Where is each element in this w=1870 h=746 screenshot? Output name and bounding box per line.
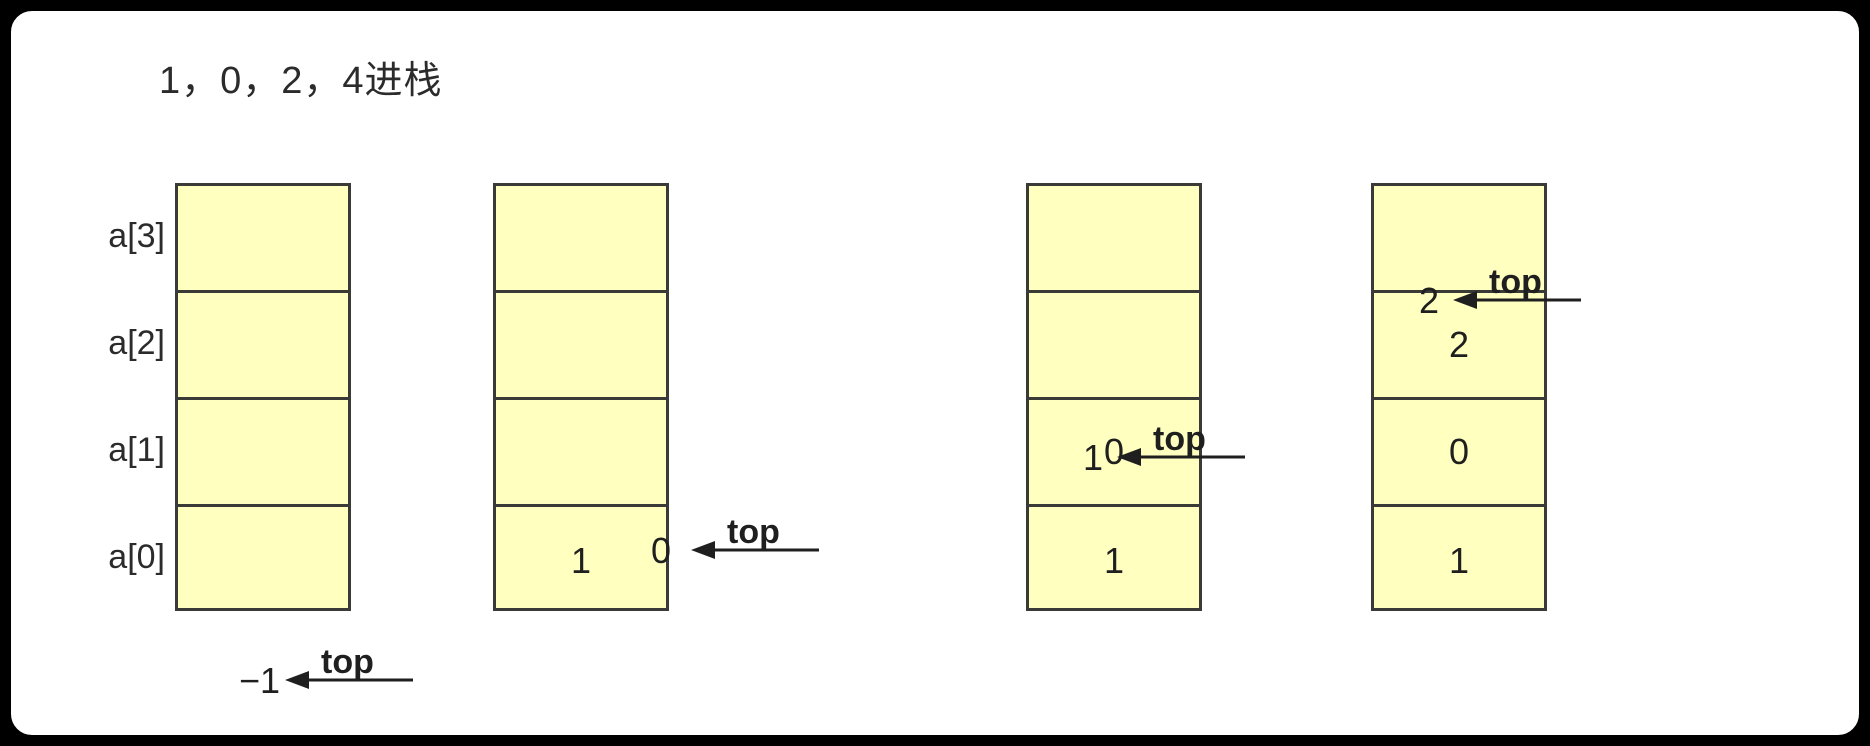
arrow-left-icon [691, 541, 819, 559]
top-value-stack-3: 1 [1083, 437, 1104, 478]
stack-2-cell-a0: 1 [570, 539, 592, 581]
top-arrow-stack-3: top [1117, 422, 1247, 482]
arrow-left-icon [1453, 291, 1581, 309]
stack-3-cell-a2 [1029, 293, 1199, 400]
stack-3-cell-a0: 1 [1103, 539, 1125, 581]
stack-4-cell-a0: 1 [1448, 539, 1470, 581]
stack-4-cell-a1: 0 [1374, 400, 1544, 507]
top-arrow-stack-1: top [285, 645, 415, 705]
top-arrow-stack-2: top [691, 515, 821, 575]
stack-1 [175, 183, 351, 611]
stack-3-cell-a3 [1029, 186, 1199, 293]
stack-2-cell-a2 [496, 293, 666, 400]
stack-1-cell-a2 [178, 293, 348, 400]
diagram-canvas: 1，0，2，4进栈 a[3] a[2] a[1] a[0] −1 top 1 0… [0, 0, 1870, 746]
arrow-left-icon [285, 671, 413, 689]
row-label-a3: a[3] [108, 217, 165, 255]
stack-1-cell-a1 [178, 400, 348, 507]
row-label-a0: a[0] [108, 538, 165, 576]
top-arrow-stack-4: top [1453, 265, 1583, 325]
page-title: 1，0，2，4进栈 [159, 60, 443, 102]
row-label-column: a[3] a[2] a[1] a[0] [55, 183, 165, 611]
diagram-frame: 1，0，2，4进栈 a[3] a[2] a[1] a[0] −1 top 1 0… [6, 6, 1864, 740]
top-value-stack-2: 0 [651, 530, 672, 571]
top-value-stack-4: 2 [1419, 280, 1440, 321]
stack-1-cell-a3 [178, 186, 348, 293]
stack-2: 1 [493, 183, 669, 611]
stack-2-cell-a1 [496, 400, 666, 507]
stack-4: 2 0 1 [1371, 183, 1547, 611]
arrow-left-icon [1117, 448, 1245, 466]
top-value-stack-1: −1 [239, 660, 281, 701]
stack-1-cell-a0 [178, 507, 348, 614]
row-label-a1: a[1] [108, 431, 165, 469]
stack-3: 0 1 [1026, 183, 1202, 611]
row-label-a2: a[2] [108, 324, 165, 362]
stack-2-cell-a3 [496, 186, 666, 293]
